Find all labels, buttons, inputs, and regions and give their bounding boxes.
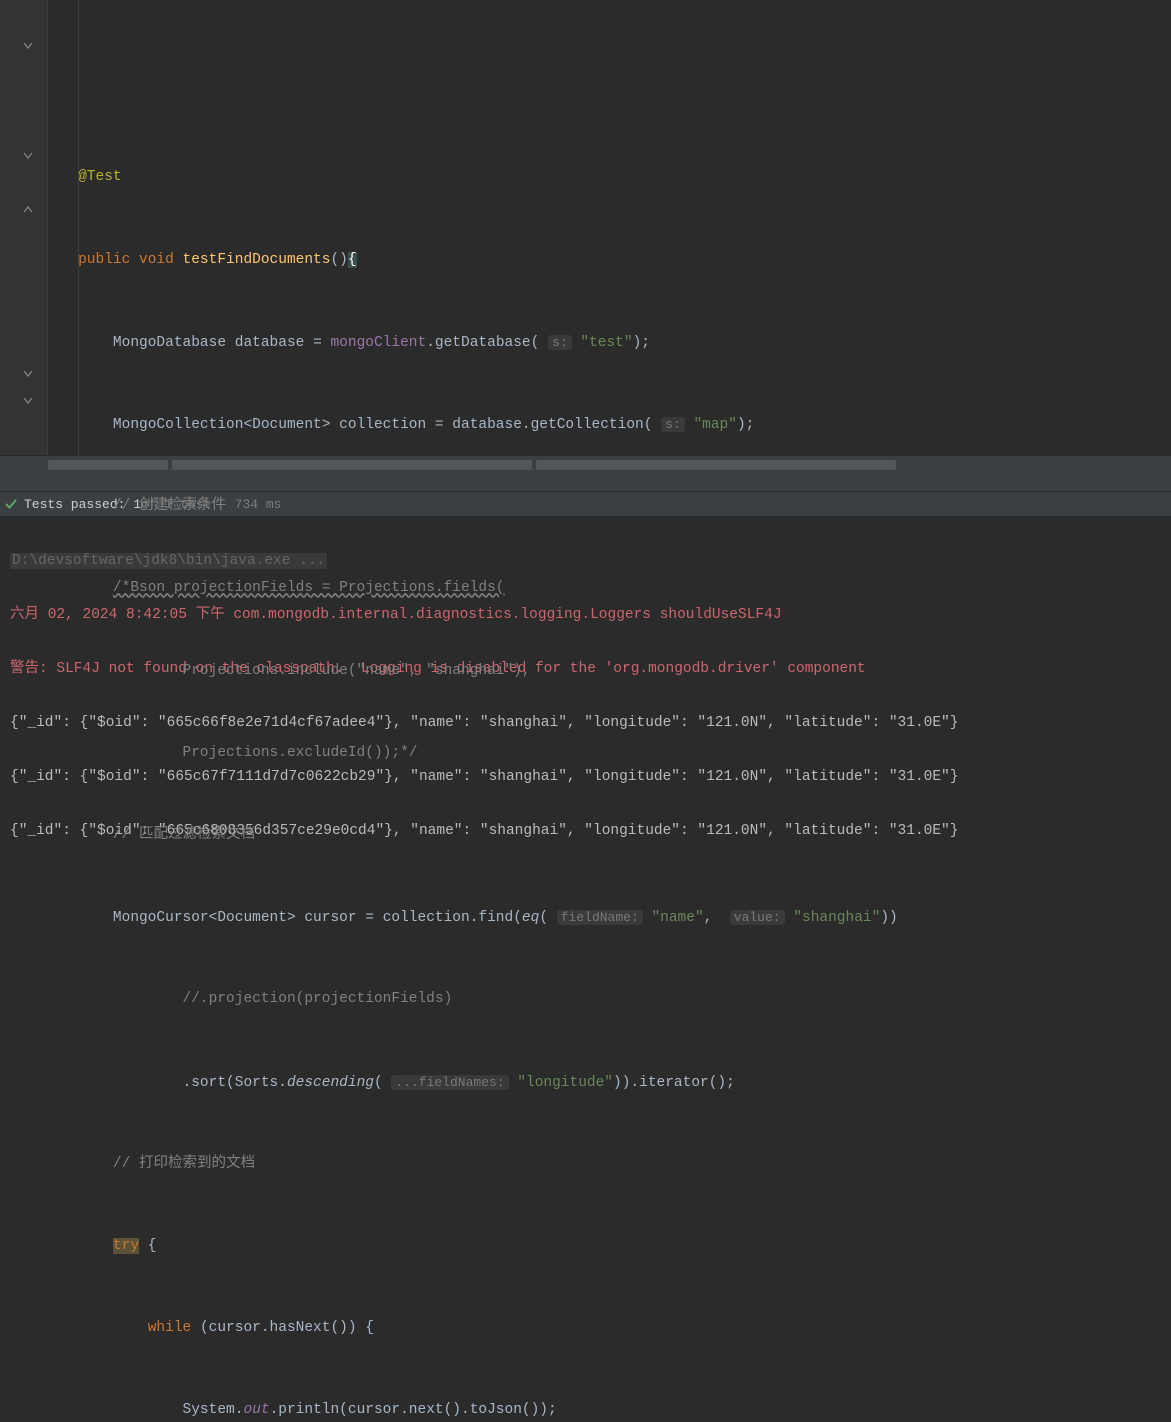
- comment: Projections.include("name", "shanghai"),: [183, 663, 531, 679]
- field-ref: mongoClient: [330, 335, 426, 351]
- code-editor[interactable]: @Test public void testFindDocuments(){ M…: [0, 0, 1171, 455]
- code-line: [52, 82, 1167, 109]
- gutter: [0, 0, 48, 455]
- code-line: MongoCollection<Document> collection = d…: [52, 411, 1167, 438]
- string-literal: "map": [693, 417, 737, 433]
- comment: // 匹配过滤检索文档: [113, 827, 255, 843]
- while-condition: (cursor.hasNext()) {: [200, 1320, 374, 1336]
- annotation: @Test: [78, 169, 122, 185]
- keyword-while: while: [148, 1320, 192, 1336]
- var: collection: [339, 417, 426, 433]
- code-line: Projections.excludeId());*/: [52, 740, 1167, 767]
- console-line: {"_id": {"$oid": "665c66f8e2e71d4cf67ade…: [10, 710, 1161, 737]
- type: MongoCollection<Document>: [113, 417, 331, 433]
- fold-up-icon[interactable]: [22, 204, 34, 216]
- code-line: try {: [52, 1233, 1167, 1260]
- check-icon: [4, 497, 18, 511]
- string-literal: "name": [651, 910, 703, 926]
- comment: Projections.excludeId());*/: [183, 745, 418, 761]
- method-modifiers: public void: [78, 252, 174, 268]
- comment: // 打印检索到的文档: [113, 1156, 255, 1172]
- code-text: .println(cursor.next().toJson());: [270, 1402, 557, 1418]
- string-literal: "shanghai": [793, 910, 880, 926]
- console-line: {"_id": {"$oid": "665c67f7111d7d7c0622cb…: [10, 764, 1161, 791]
- code-line: MongoDatabase database = mongoClient.get…: [52, 329, 1167, 356]
- method-call: getDatabase: [435, 335, 531, 351]
- code-line: // 匹配过滤检索文档: [52, 822, 1167, 849]
- code-line: .sort(Sorts.descending( ...fieldNames: "…: [52, 1069, 1167, 1096]
- type: MongoCursor<Document>: [113, 910, 296, 926]
- method-call: .sort(Sorts.: [183, 1075, 287, 1091]
- fold-icon[interactable]: [22, 150, 34, 162]
- param-hint: s:: [548, 335, 572, 350]
- keyword-try: try: [113, 1238, 139, 1254]
- string-literal: "test": [580, 335, 632, 351]
- field-ref: out: [243, 1402, 269, 1418]
- code-line: MongoCursor<Document> cursor = collectio…: [52, 904, 1167, 931]
- code-line: // 打印检索到的文档: [52, 1151, 1167, 1178]
- code-line: // 创建检索条件: [52, 493, 1167, 520]
- fold-icon[interactable]: [22, 368, 34, 380]
- static-call: descending: [287, 1075, 374, 1091]
- code-content[interactable]: @Test public void testFindDocuments(){ M…: [48, 0, 1171, 455]
- code-text: System.: [183, 1402, 244, 1418]
- comment: //.projection(projectionFields): [183, 991, 453, 1007]
- comment: /*Bson projectionFields = Projections.fi…: [113, 580, 505, 596]
- code-line: public void testFindDocuments(){: [52, 247, 1167, 274]
- method-name: testFindDocuments: [183, 252, 331, 268]
- method-call: getCollection: [531, 417, 644, 433]
- param-hint: s:: [661, 417, 685, 432]
- fold-icon[interactable]: [22, 40, 34, 52]
- param-hint: fieldName:: [557, 910, 643, 925]
- code-line: /*Bson projectionFields = Projections.fi…: [52, 575, 1167, 602]
- static-call: eq: [522, 910, 539, 926]
- var: cursor: [304, 910, 356, 926]
- code-line: @Test: [52, 164, 1167, 191]
- param-hint: ...fieldNames:: [391, 1075, 508, 1090]
- var: database: [235, 335, 305, 351]
- code-line: System.out.println(cursor.next().toJson(…: [52, 1397, 1167, 1422]
- code-line: //.projection(projectionFields): [52, 986, 1167, 1013]
- type: MongoDatabase: [113, 335, 226, 351]
- code-line: while (cursor.hasNext()) {: [52, 1315, 1167, 1342]
- string-literal: "longitude": [517, 1075, 613, 1091]
- method-call: collection.find: [383, 910, 514, 926]
- param-hint: value:: [730, 910, 785, 925]
- comment: // 创建检索条件: [113, 498, 226, 514]
- code-text: )).iterator();: [613, 1075, 735, 1091]
- code-line: Projections.include("name", "shanghai"),: [52, 658, 1167, 685]
- fold-icon[interactable]: [22, 395, 34, 407]
